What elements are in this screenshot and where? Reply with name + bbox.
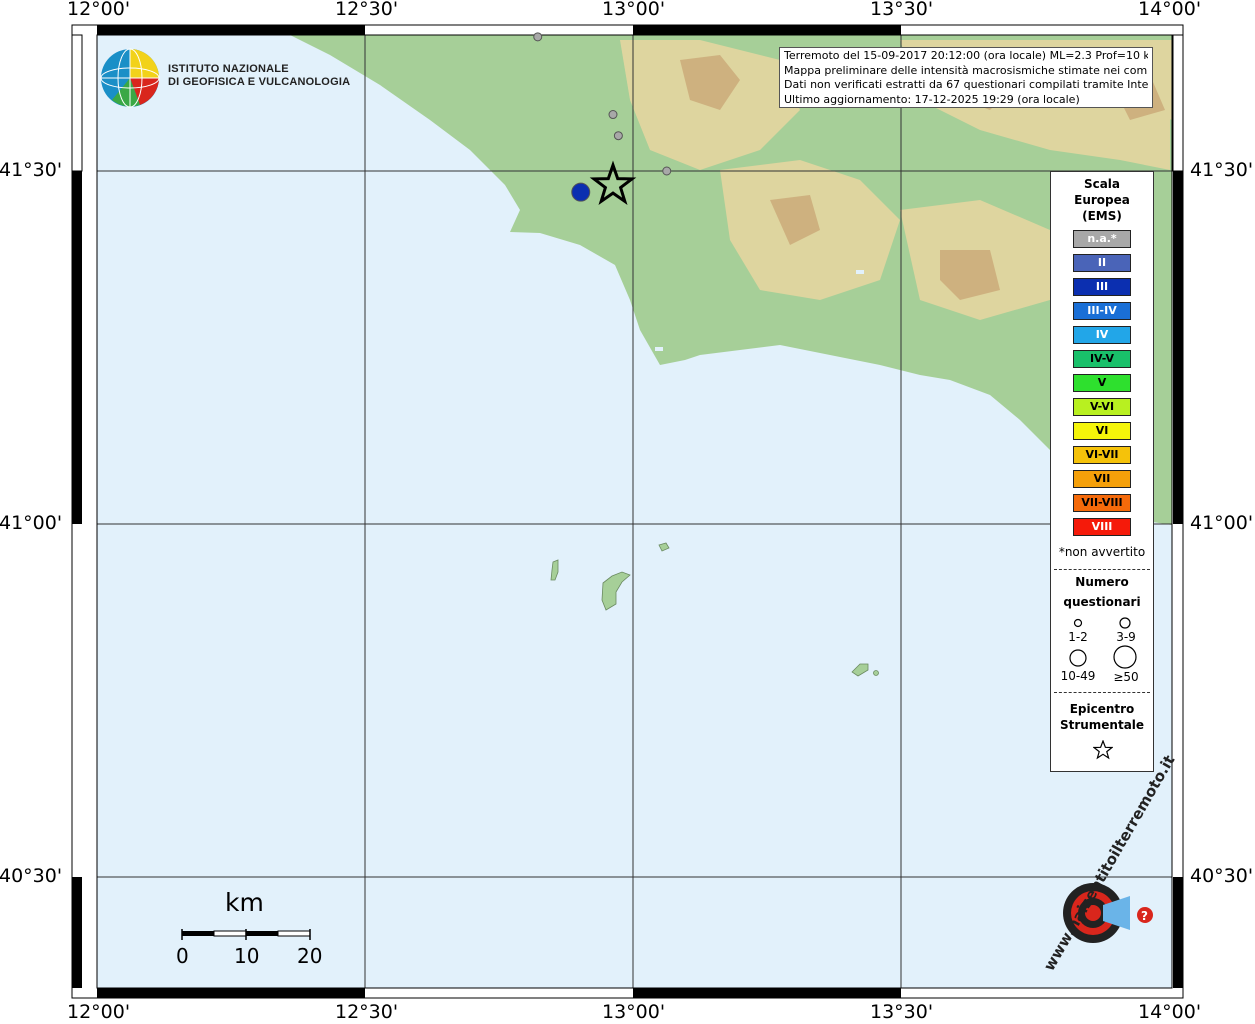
lon-label-bottom: 13°30' (870, 1001, 934, 1023)
event-info-line4: Ultimo aggiornamento: 17-12-2025 19:29 (… (784, 92, 1080, 106)
legend-class-chip: V-VI (1073, 398, 1131, 416)
legend-title-line3: (EMS) (1082, 209, 1122, 223)
ingv-logo-globe-icon (100, 48, 160, 108)
legend-class-chip: VIII (1073, 518, 1131, 536)
legend-class-chip: III-IV (1073, 302, 1131, 320)
legend-panel: Scala Europea (EMS) n.a.* II III III-IV IV IV… (1050, 171, 1154, 772)
legend-class-chip: IV (1073, 326, 1131, 344)
lon-label-bottom: 12°30' (335, 1001, 399, 1023)
intensity-point[interactable] (613, 131, 623, 141)
legend-count-title1: Numero (1075, 575, 1129, 589)
lat-label-right: 41°00' (1190, 512, 1254, 534)
ingv-logo-line2: DI GEOFISICA E VULCANOLOGIA (168, 76, 351, 88)
legend-class-chip: II (1073, 254, 1131, 272)
legend-class-chip: III (1073, 278, 1131, 296)
lon-label-top: 14°00' (1138, 0, 1202, 20)
intensity-point[interactable] (571, 182, 591, 202)
event-info-line2: Mappa preliminare delle intensità macros… (784, 63, 1148, 77)
lon-label-bottom: 13°00' (602, 1001, 666, 1023)
svg-text:?: ? (1141, 909, 1148, 923)
scale-bar-unit: km (225, 888, 264, 917)
lon-label-top: 12°30' (335, 0, 399, 20)
legend-class-chip: VI (1073, 422, 1131, 440)
intensity-point[interactable] (533, 32, 543, 42)
lon-label-bottom: 14°00' (1138, 1001, 1202, 1023)
legend-count-label: 1-2 (1068, 630, 1088, 644)
lat-label-left: 41°30' (0, 159, 63, 181)
lon-label-top: 13°30' (870, 0, 934, 20)
legend-class-chip: VII (1073, 470, 1131, 488)
scale-bar-label: 20 (297, 944, 323, 968)
ingv-logo-text: ISTITUTO NAZIONALE DI GEOFISICA E VULCAN… (168, 63, 350, 89)
legend-separator (1054, 569, 1150, 570)
lat-label-right: 41°30' (1190, 159, 1254, 181)
legend-epi-title2: Strumentale (1059, 718, 1145, 732)
legend-count-label: 3-9 (1116, 630, 1136, 644)
event-info-line1: Terremoto del 15-09-2017 20:12:00 (ora l… (784, 49, 1148, 62)
lat-label-left: 40°30' (0, 865, 63, 887)
legend-epi-title1: Epicentro (1069, 702, 1135, 716)
lake (655, 347, 663, 351)
lake (856, 270, 864, 274)
legend-count-label: 10-49 (1060, 669, 1096, 683)
intensity-point[interactable] (608, 110, 618, 120)
legend-separator (1054, 692, 1150, 693)
legend-class-chip: IV-V (1073, 350, 1131, 368)
legend-star-icon (1093, 740, 1113, 760)
ingv-logo-line1: ISTITUTO NAZIONALE (168, 63, 289, 75)
legend-count-label: ≥50 (1113, 670, 1139, 684)
event-info-line3: Dati non verificati estratti da 67 quest… (784, 78, 1148, 91)
legend-title-line2: Europea (1074, 193, 1130, 207)
lat-label-right: 40°30' (1190, 865, 1254, 887)
lon-label-top: 13°00' (602, 0, 666, 20)
lon-label-top: 12°00' (67, 0, 131, 20)
legend-class-chip: VII-VIII (1073, 494, 1131, 512)
island-santo-stefano (873, 670, 879, 676)
scale-bar-label: 10 (234, 944, 260, 968)
event-info-box: Terremoto del 15-09-2017 20:12:00 (ora l… (779, 47, 1153, 108)
legend-count-title2: questionari (1063, 595, 1141, 609)
legend-non-avvertito: *non avvertito (1058, 545, 1146, 559)
scale-bar-label: 0 (176, 944, 189, 968)
intensity-point[interactable] (662, 166, 672, 176)
legend-title-line1: Scala (1083, 177, 1121, 191)
legend-class-chip: V (1073, 374, 1131, 392)
lat-label-left: 41°00' (0, 512, 63, 534)
legend-class-chip: n.a.* (1073, 230, 1131, 248)
legend-class-chip: VI-VII (1073, 446, 1131, 464)
lon-label-bottom: 12°00' (67, 1001, 131, 1023)
